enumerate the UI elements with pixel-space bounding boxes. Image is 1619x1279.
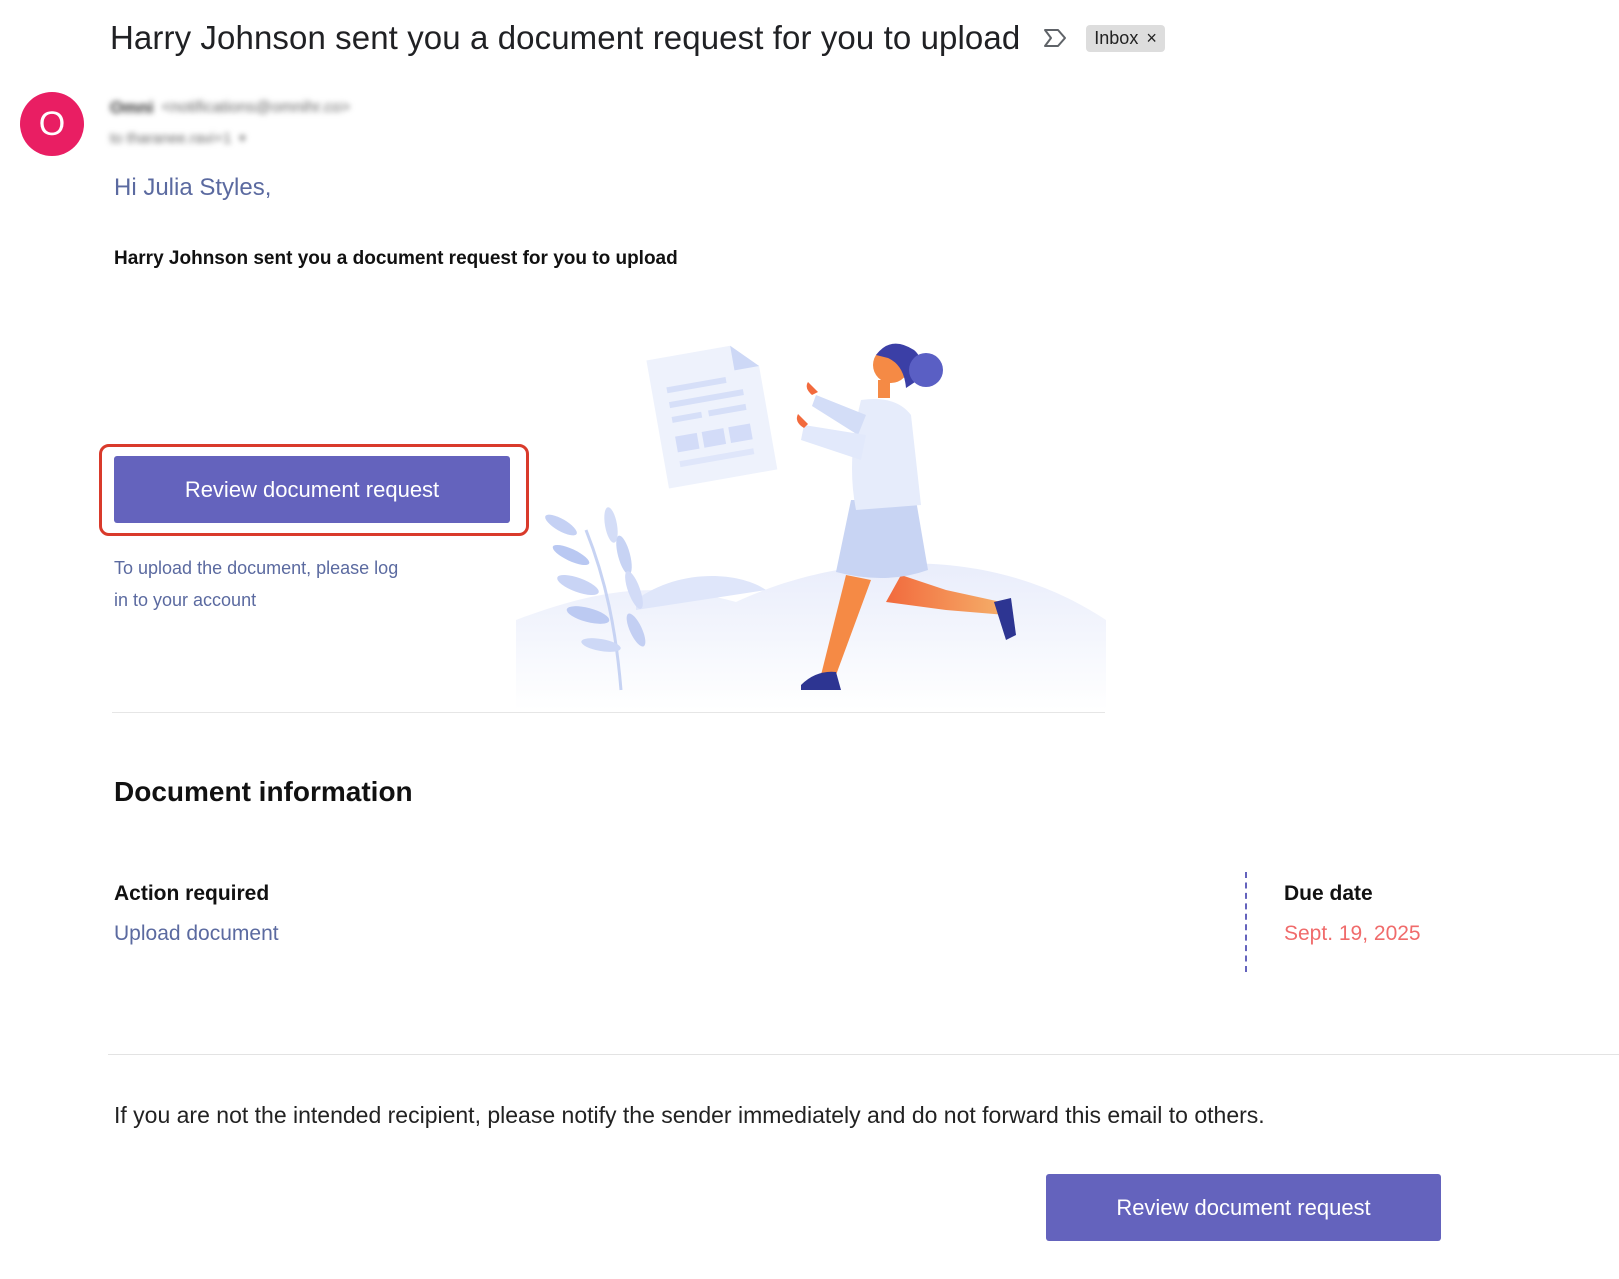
- remove-label-icon[interactable]: ×: [1146, 28, 1157, 49]
- confidentiality-notice: If you are not the intended recipient, p…: [114, 1102, 1265, 1128]
- footer-divider: [108, 1054, 1619, 1055]
- importance-marker-icon[interactable]: [1042, 27, 1068, 49]
- review-document-request-footer-button[interactable]: Review document request: [1046, 1174, 1441, 1241]
- sender-email: <notifications@omnihr.co>: [161, 99, 351, 116]
- intro-text: Harry Johnson sent you a document reques…: [114, 248, 678, 269]
- recipient-line[interactable]: to tharanee.ravi+1 ▾: [110, 128, 245, 148]
- floating-document-icon: [646, 345, 778, 489]
- sender-avatar: O: [20, 92, 84, 156]
- action-required-label: Action required: [114, 882, 270, 905]
- due-date-value: Sept. 19, 2025: [1284, 922, 1421, 945]
- inbox-label-text: Inbox: [1094, 27, 1139, 48]
- sender-line: Omni <notifications@omnihr.co>: [110, 98, 350, 118]
- subject-row: Harry Johnson sent you a document reques…: [110, 14, 1165, 62]
- woman-with-document-illustration: [516, 343, 1106, 710]
- action-required-value: Upload document: [114, 922, 279, 945]
- recipient-text: to tharanee.ravi+1: [110, 129, 232, 147]
- sender-name: Omni: [110, 98, 154, 117]
- section-divider: [112, 712, 1105, 713]
- due-date-label: Due date: [1284, 882, 1373, 905]
- info-column-divider: [1245, 872, 1247, 972]
- greeting: Hi Julia Styles,: [114, 174, 272, 201]
- review-document-request-button[interactable]: Review document request: [114, 456, 510, 523]
- email-subject: Harry Johnson sent you a document reques…: [110, 19, 1021, 56]
- recipient-details-caret-icon[interactable]: ▾: [239, 131, 245, 145]
- inbox-label-chip: Inbox ×: [1086, 24, 1165, 52]
- document-information-heading: Document information: [114, 776, 413, 807]
- login-hint: To upload the document, please log in to…: [114, 558, 399, 610]
